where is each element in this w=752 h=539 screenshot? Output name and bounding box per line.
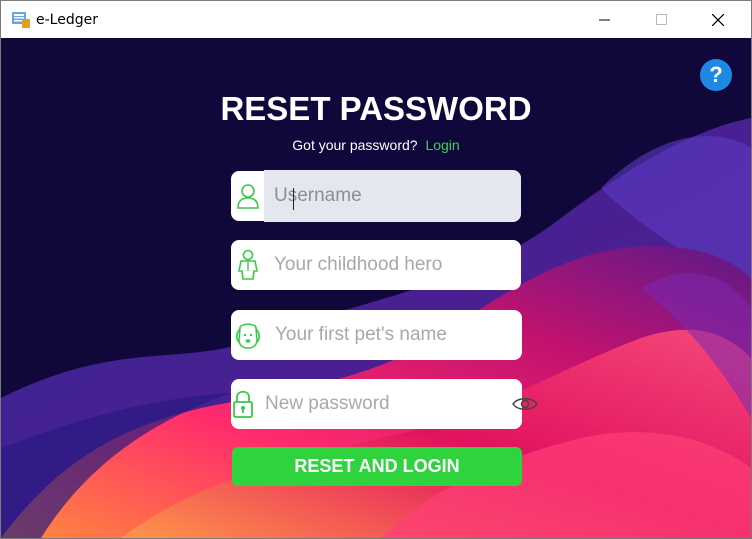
app-window: e-Ledger ? RESET PASSWORD Got your passw… (0, 0, 752, 539)
username-field[interactable] (231, 170, 521, 222)
reset-and-login-button[interactable]: RESET AND LOGIN (232, 447, 522, 486)
ledger-app-icon (12, 11, 30, 28)
eye-icon[interactable] (512, 379, 538, 429)
lock-icon (231, 379, 255, 429)
pet-field[interactable] (231, 309, 522, 361)
new-password-field[interactable] (231, 378, 538, 430)
reset-password-panel: ? RESET PASSWORD Got your password? Logi… (1, 38, 751, 538)
help-button[interactable]: ? (700, 59, 732, 91)
hero-icon (231, 240, 264, 290)
pet-name-input[interactable] (265, 309, 522, 361)
hero-input[interactable] (264, 239, 521, 291)
dog-icon (231, 310, 265, 360)
user-icon (231, 171, 264, 221)
text-caret (293, 188, 294, 210)
maximize-button[interactable] (638, 1, 684, 38)
minimize-button[interactable] (581, 1, 627, 38)
new-password-input[interactable] (255, 378, 512, 430)
close-icon (712, 13, 724, 26)
login-link[interactable]: Login (425, 137, 459, 153)
maximize-icon (655, 14, 667, 25)
username-input[interactable] (264, 170, 521, 222)
window-title: e-Ledger (36, 11, 98, 28)
minimize-icon (598, 19, 610, 21)
title-bar[interactable]: e-Ledger (1, 1, 751, 38)
page-title: RESET PASSWORD (220, 90, 532, 127)
hero-field[interactable] (231, 239, 521, 291)
login-prompt: Got your password? Login (1, 137, 751, 153)
login-prompt-text: Got your password? (292, 137, 418, 153)
close-button[interactable] (695, 1, 741, 38)
